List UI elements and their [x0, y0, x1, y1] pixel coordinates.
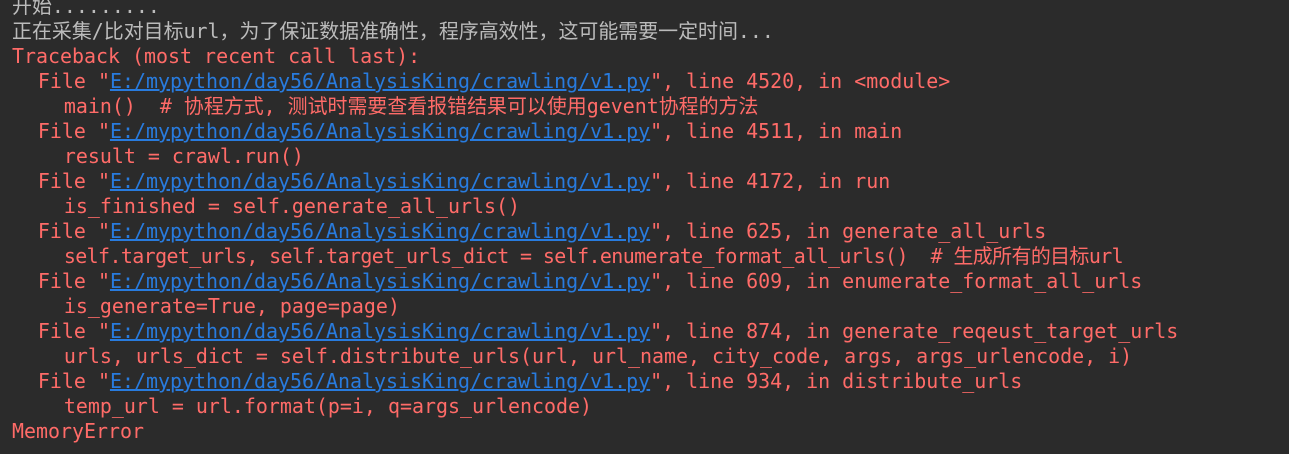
frame-location: ", line 934, in distribute_urls [650, 369, 1023, 393]
frame-location: ", line 625, in generate_all_urls [650, 219, 1047, 243]
traceback-frame-file-line: File "E:/mypython/day56/AnalysisKing/cra… [12, 219, 1285, 244]
frame-location: ", line 4511, in main [650, 119, 903, 143]
file-path-link[interactable]: E:/mypython/day56/AnalysisKing/crawling/… [110, 319, 650, 343]
frame-file-prefix: File " [37, 219, 110, 243]
file-path-link[interactable]: E:/mypython/day56/AnalysisKing/crawling/… [110, 269, 650, 293]
frame-file-prefix: File " [37, 269, 110, 293]
frame-location: ", line 4520, in <module> [650, 69, 951, 93]
frame-file-prefix: File " [37, 319, 110, 343]
error-type: MemoryError [12, 419, 145, 443]
traceback-frame-code-line: self.target_urls, self.target_urls_dict … [63, 244, 1124, 268]
traceback-frame-code-line: is_finished = self.generate_all_urls() [63, 194, 520, 218]
file-path-link[interactable]: E:/mypython/day56/AnalysisKing/crawling/… [110, 169, 650, 193]
traceback-frame-code-line: temp_url = url.format(p=i, q=args_urlenc… [63, 394, 593, 418]
frame-location: ", line 874, in generate_reqeust_target_… [650, 319, 1179, 343]
traceback-frame-file-line: File "E:/mypython/day56/AnalysisKing/cra… [12, 69, 1285, 94]
traceback-frame-code-line: urls, urls_dict = self.distribute_urls(u… [63, 344, 1133, 368]
file-path-link[interactable]: E:/mypython/day56/AnalysisKing/crawling/… [110, 219, 650, 243]
traceback-frame-file-line: File "E:/mypython/day56/AnalysisKing/cra… [12, 369, 1285, 394]
file-path-link[interactable]: E:/mypython/day56/AnalysisKing/crawling/… [110, 119, 650, 143]
traceback-frame-file-line: File "E:/mypython/day56/AnalysisKing/cra… [12, 169, 1285, 194]
frame-file-prefix: File " [37, 69, 110, 93]
traceback-header: Traceback (most recent call last): [12, 44, 421, 68]
frame-file-prefix: File " [37, 169, 110, 193]
file-path-link[interactable]: E:/mypython/day56/AnalysisKing/crawling/… [110, 69, 650, 93]
frame-location: ", line 4172, in run [650, 169, 891, 193]
traceback-frame-file-line: File "E:/mypython/day56/AnalysisKing/cra… [12, 269, 1285, 294]
run-console-output[interactable]: 开始......... 正在采集/比对目标url，为了保证数据准确性，程序高效性… [12, 0, 1289, 444]
traceback-frame-code-line: result = crawl.run() [63, 144, 304, 168]
traceback-frame-code-line: is_generate=True, page=page) [63, 294, 400, 318]
frame-file-prefix: File " [37, 369, 110, 393]
file-path-link[interactable]: E:/mypython/day56/AnalysisKing/crawling/… [110, 369, 650, 393]
stdout-line-status: 正在采集/比对目标url，为了保证数据准确性，程序高效性，这可能需要一定时间..… [12, 19, 774, 43]
frame-location: ", line 609, in enumerate_format_all_url… [650, 269, 1143, 293]
traceback-frame-file-line: File "E:/mypython/day56/AnalysisKing/cra… [12, 119, 1285, 144]
traceback-frame-code-line: main() # 协程方式, 测试时需要查看报错结果可以使用gevent协程的方… [63, 94, 759, 118]
traceback-frame-file-line: File "E:/mypython/day56/AnalysisKing/cra… [12, 319, 1285, 344]
frame-file-prefix: File " [37, 119, 110, 143]
stdout-line-partial: 开始......... [12, 0, 160, 18]
